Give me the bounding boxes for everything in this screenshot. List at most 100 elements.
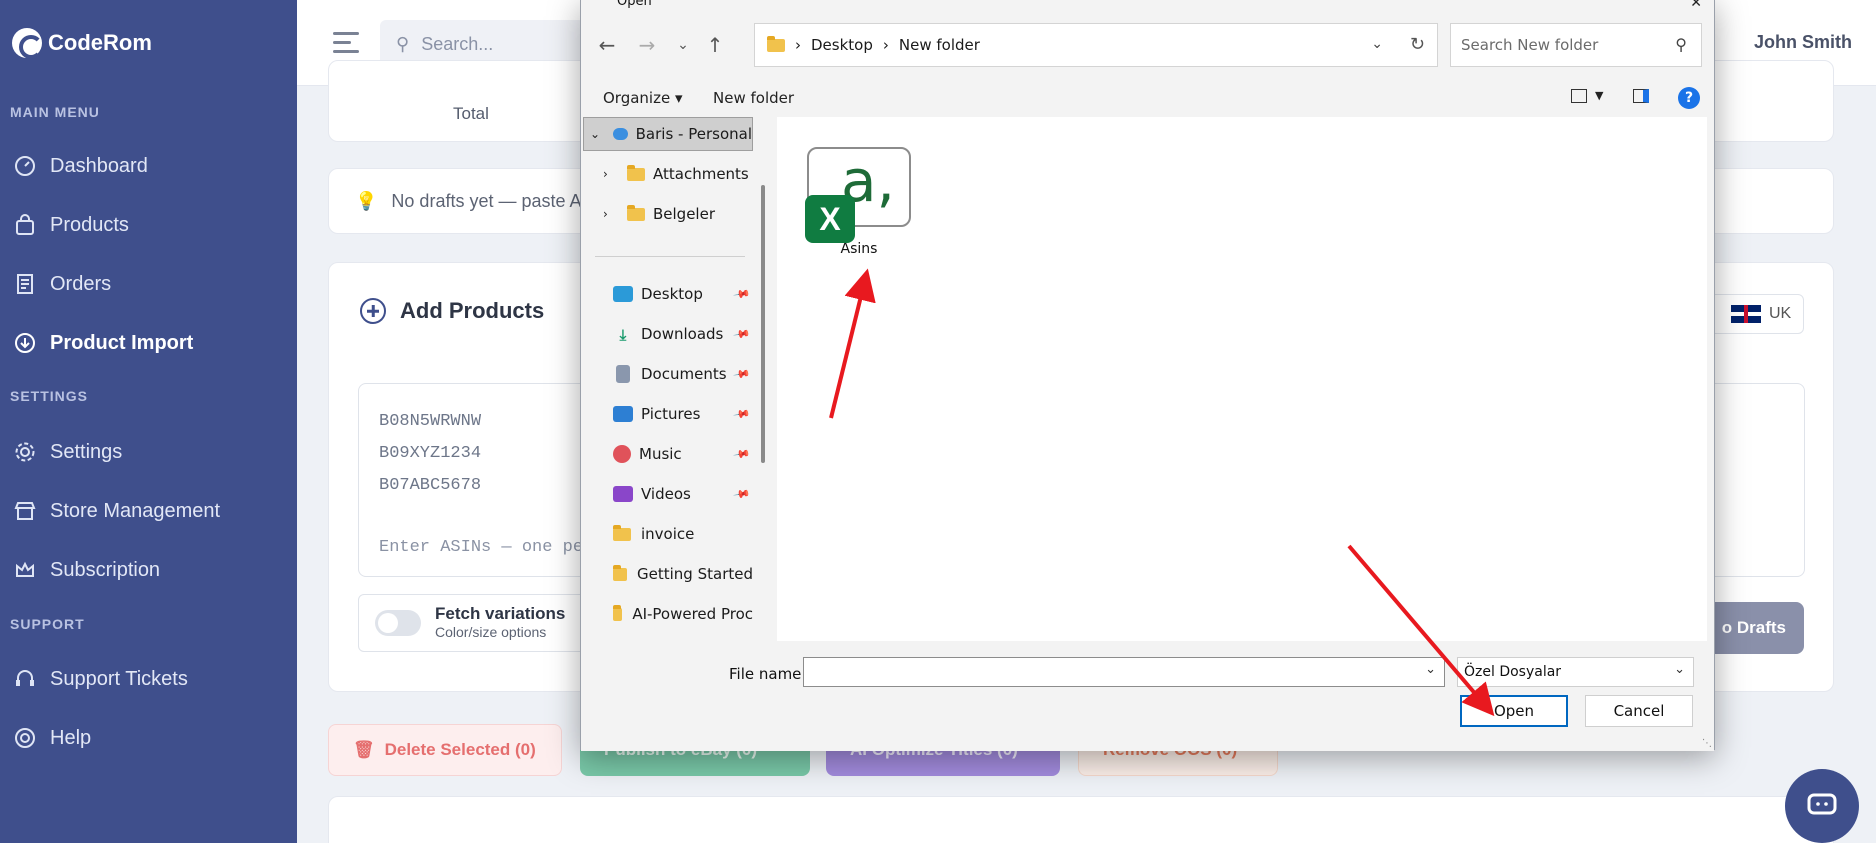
help-icon[interactable]: ? <box>1678 87 1700 109</box>
toggle-switch[interactable] <box>375 610 421 636</box>
folder-icon <box>627 204 645 221</box>
sidebar-item-settings[interactable]: Settings <box>0 428 297 476</box>
navigation-pane: ⌄ Baris - Personal › Attachments › Belge… <box>583 117 753 641</box>
tree-item-documents[interactable]: Documents 📌 <box>583 357 753 391</box>
folder-icon <box>613 604 623 621</box>
chevron-down-icon[interactable]: ⌄ <box>1371 36 1383 52</box>
sidebar-item-label: Settings <box>50 440 123 463</box>
bag-icon <box>14 214 36 236</box>
trash-icon: 🗑 <box>353 740 375 759</box>
brand-logo[interactable]: CodeRom <box>12 28 152 59</box>
close-icon[interactable]: ✕ <box>1690 0 1702 11</box>
tree-item-label: Downloads <box>641 325 724 343</box>
lifebuoy-icon <box>14 727 36 749</box>
tree-item-ai-powered[interactable]: AI-Powered Proc <box>583 597 753 631</box>
user-name[interactable]: John Smith <box>1754 32 1852 53</box>
dialog-nav-row: ← → ⌄ ↑ › Desktop › New folder ⌄ ↻ Searc… <box>581 21 1714 67</box>
chat-button[interactable] <box>1785 769 1859 843</box>
coderom-logo-icon <box>12 28 43 59</box>
documents-icon <box>616 365 630 383</box>
breadcrumb-new-folder[interactable]: New folder <box>899 36 980 54</box>
chevron-down-icon[interactable]: ⌄ <box>1425 662 1436 677</box>
new-folder-button[interactable]: New folder <box>713 89 794 107</box>
tree-item-videos[interactable]: Videos 📌 <box>583 477 753 511</box>
fetch-variations-sub: Color/size options <box>435 624 547 640</box>
delete-selected-button[interactable]: 🗑 Delete Selected (0) <box>328 724 562 776</box>
address-bar[interactable]: › Desktop › New folder ⌄ ↻ <box>754 23 1438 67</box>
tree-item-label: AI-Powered Proc <box>632 605 753 623</box>
tree-item-downloads[interactable]: ⤓ Downloads 📌 <box>583 317 753 351</box>
tree-item-desktop[interactable]: Desktop 📌 <box>583 277 753 311</box>
resize-grip-icon[interactable]: ⋱ <box>1702 738 1712 749</box>
total-label: Total <box>453 104 489 123</box>
file-type-select[interactable]: Özel Dosyalar ⌄ <box>1457 657 1694 687</box>
cancel-button[interactable]: Cancel <box>1585 695 1693 727</box>
sidebar-item-store-management[interactable]: Store Management <box>0 487 297 535</box>
sidebar-item-help[interactable]: Help <box>0 714 297 762</box>
menu-toggle-icon[interactable] <box>333 32 359 54</box>
onedrive-icon <box>613 128 628 140</box>
pin-icon: 📌 <box>732 364 752 384</box>
region-label: UK <box>1769 305 1792 322</box>
file-name-input[interactable]: ⌄ <box>803 657 1445 687</box>
sidebar-item-label: Support Tickets <box>50 667 188 690</box>
navigation-scrollbar[interactable] <box>761 185 765 463</box>
organize-label: Organize <box>603 89 671 107</box>
recent-locations-chevron-icon[interactable]: ⌄ <box>669 31 697 59</box>
tree-item-invoice[interactable]: invoice <box>583 517 753 551</box>
excel-badge-icon: X <box>805 195 855 243</box>
tree-item-label: Pictures <box>641 405 701 423</box>
view-mode-icon[interactable] <box>1571 89 1587 103</box>
search-placeholder: Search... <box>421 33 494 54</box>
tree-item-label: Music <box>639 445 682 463</box>
sidebar-item-label: Subscription <box>50 558 161 581</box>
breadcrumb-desktop[interactable]: Desktop <box>811 36 873 54</box>
fetch-variations-toggle[interactable]: Fetch variations Color/size options <box>358 594 588 652</box>
sidebar-item-product-import[interactable]: Product Import <box>0 319 297 367</box>
search-folder-input[interactable]: Search New folder ⚲ <box>1450 23 1702 67</box>
toggle-text: Fetch variations Color/size options <box>435 604 565 642</box>
chevron-down-icon: ⌄ <box>1674 662 1685 677</box>
up-arrow-icon[interactable]: ↑ <box>701 31 729 59</box>
gear-icon <box>14 441 36 463</box>
preview-pane-icon[interactable] <box>1633 89 1649 103</box>
sidebar-item-label: Products <box>50 213 129 236</box>
brand-name: CodeRom <box>48 30 152 55</box>
sidebar-item-dashboard[interactable]: Dashboard <box>0 142 297 190</box>
tree-item-getting-started[interactable]: Getting Started <box>583 557 753 591</box>
tree-item-music[interactable]: Music 📌 <box>583 437 753 471</box>
open-file-dialog: Open ✕ ← → ⌄ ↑ › Desktop › New folder ⌄ … <box>580 0 1715 751</box>
delete-selected-label: Delete Selected (0) <box>384 740 536 759</box>
tree-item-belgeler[interactable]: › Belgeler <box>583 197 753 231</box>
search-icon: ⚲ <box>1675 35 1687 54</box>
sidebar-item-subscription[interactable]: Subscription <box>0 546 297 594</box>
file-item-asins[interactable]: a, X Asins <box>805 147 911 257</box>
open-button[interactable]: Open <box>1460 695 1568 727</box>
add-products-title: Add Products <box>400 298 545 323</box>
tree-item-pictures[interactable]: Pictures 📌 <box>583 397 753 431</box>
download-icon: ⤓ <box>619 326 627 344</box>
tree-item-attachments[interactable]: › Attachments <box>583 157 753 191</box>
organize-menu[interactable]: Organize ▾ <box>603 89 683 107</box>
fetch-variations-title: Fetch variations <box>435 604 566 623</box>
sidebar-item-products[interactable]: Products <box>0 201 297 249</box>
pin-icon: 📌 <box>732 404 752 424</box>
tree-item-label: invoice <box>641 525 695 543</box>
sidebar-item-label: Product Import <box>50 331 194 354</box>
tree-item-onedrive[interactable]: ⌄ Baris - Personal <box>583 117 753 151</box>
folder-icon <box>627 164 645 181</box>
view-options-chevron-icon[interactable]: ▼ <box>1595 89 1603 102</box>
chevron-right-icon: › <box>603 167 608 181</box>
drafts-notice-text: No drafts yet — paste AS <box>391 190 594 211</box>
forward-arrow-icon[interactable]: → <box>633 31 661 59</box>
refresh-icon[interactable]: ↻ <box>1410 34 1425 55</box>
music-icon <box>613 445 631 463</box>
pin-icon: 📌 <box>732 324 752 344</box>
sidebar-item-support-tickets[interactable]: Support Tickets <box>0 655 297 703</box>
sidebar-item-orders[interactable]: Orders <box>0 260 297 308</box>
section-main-menu: MAIN MENU <box>10 104 100 120</box>
tree-item-label: Belgeler <box>653 205 715 223</box>
tree-item-label: Attachments <box>653 165 749 183</box>
tree-item-label: Desktop <box>641 285 703 303</box>
back-arrow-icon[interactable]: ← <box>593 31 621 59</box>
